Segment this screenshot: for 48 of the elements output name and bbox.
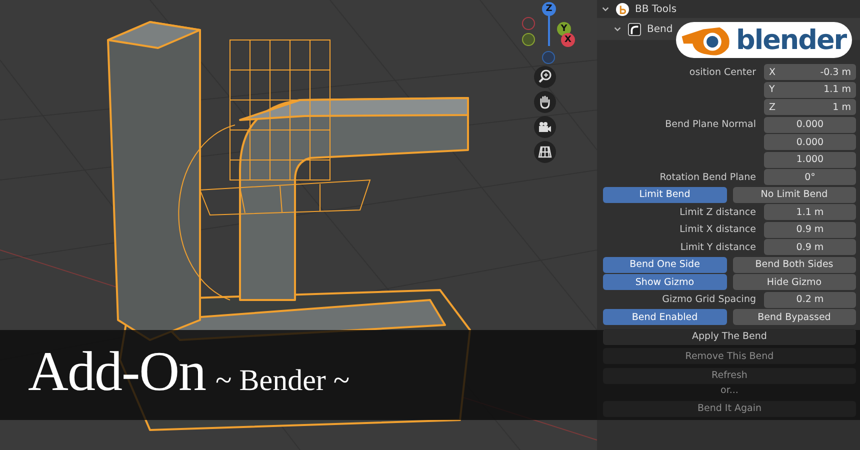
grid-icon[interactable]: [534, 141, 556, 163]
toggle-button[interactable]: Limit Bend: [603, 186, 726, 202]
field-label: Gizmo Grid Spacing: [662, 294, 756, 305]
field-label: Rotation Bend Plane: [660, 172, 756, 182]
number-field[interactable]: 1.000: [764, 152, 856, 168]
toggle-button[interactable]: Bend Bypassed: [732, 309, 856, 325]
chevron-icon[interactable]: [601, 4, 610, 14]
toggle-button[interactable]: Bend Enabled: [603, 309, 726, 325]
number-field[interactable]: 0.000: [764, 116, 856, 132]
toggle-button[interactable]: Bend One Side: [603, 256, 726, 272]
axis-handle[interactable]: [542, 51, 555, 64]
number-field[interactable]: 0.000: [764, 134, 856, 150]
subpanel-title: Bend: [647, 24, 673, 34]
field-label: Limit X distance: [680, 224, 756, 235]
field-label: Limit Y distance: [680, 242, 756, 252]
note-text: or...: [720, 385, 738, 397]
number-field[interactable]: Z 1 m: [764, 99, 856, 115]
banner-title: Add-On: [28, 340, 206, 404]
field-label: osition Center: [689, 66, 756, 78]
axis-handle[interactable]: Y: [557, 22, 571, 36]
logo-text: blender: [736, 24, 846, 56]
camera-icon[interactable]: [534, 116, 556, 138]
number-field[interactable]: 0.9 m: [764, 222, 856, 238]
axis-handle[interactable]: [522, 33, 535, 46]
field-label: Limit Z distance: [680, 206, 756, 218]
number-field[interactable]: 0.2 m: [764, 292, 856, 308]
chevron-icon[interactable]: [613, 24, 622, 34]
axis-lines: [548, 16, 550, 46]
panel-title: BB Tools: [635, 4, 677, 14]
field-label: Bend Plane Normal: [665, 119, 756, 130]
toggle-button[interactable]: No Limit Bend: [732, 186, 856, 202]
zoom-icon[interactable]: [534, 66, 556, 88]
axis-handle[interactable]: X: [561, 33, 575, 47]
number-field[interactable]: Y 1.1 m: [764, 82, 856, 98]
toggle-button[interactable]: Bend Both Sides: [732, 256, 856, 272]
number-field[interactable]: 0°: [764, 169, 856, 185]
hand-icon[interactable]: [534, 91, 556, 113]
banner-subtitle: ~ Bender ~: [216, 364, 350, 398]
bend-icon: [628, 22, 641, 36]
number-field[interactable]: 0.9 m: [764, 239, 856, 255]
toggle-button[interactable]: Show Gizmo: [603, 274, 726, 290]
axis-handle[interactable]: Z: [542, 2, 556, 16]
tool-icon: [616, 2, 629, 16]
action-button[interactable]: Apply The Bend: [603, 328, 856, 344]
number-field[interactable]: 1.1 m: [764, 204, 856, 220]
axis-handle[interactable]: [522, 17, 535, 30]
toggle-button[interactable]: Hide Gizmo: [732, 274, 856, 290]
number-field[interactable]: X -0.3 m: [764, 64, 856, 80]
